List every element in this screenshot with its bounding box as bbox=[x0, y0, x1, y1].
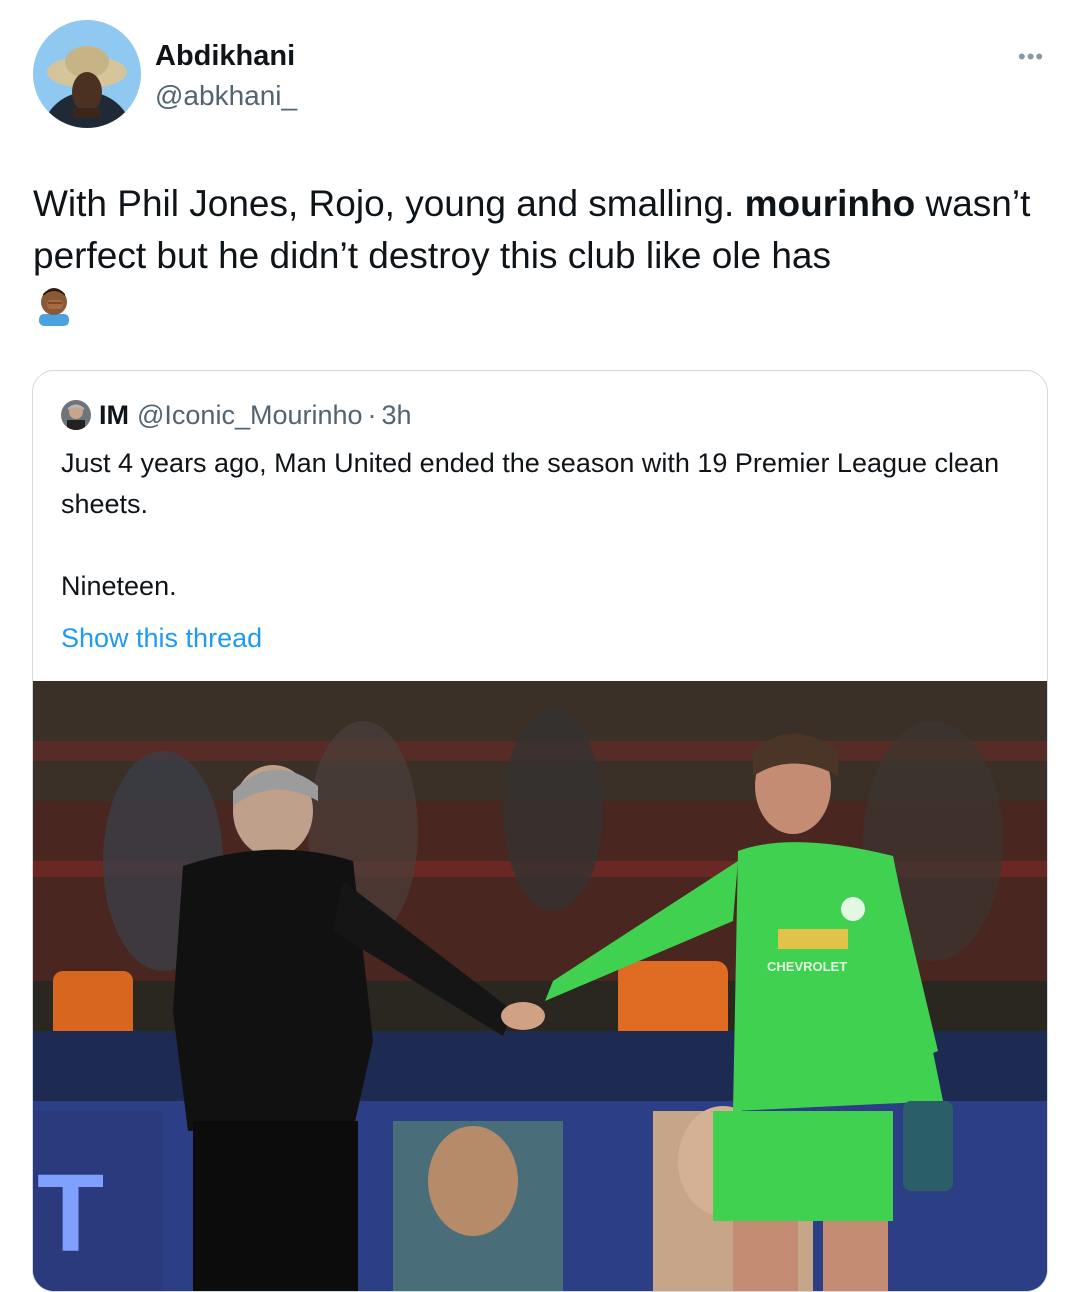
quoted-tweet-card[interactable]: IM @Iconic_Mourinho · 3h Just 4 years ag… bbox=[32, 370, 1048, 1292]
tweet-text: With Phil Jones, Rojo, young and smallin… bbox=[33, 178, 1053, 282]
separator-dot: · bbox=[367, 399, 377, 430]
svg-text:T: T bbox=[37, 1152, 104, 1275]
quoted-tweet-photo[interactable]: T CHEVROLET bbox=[33, 681, 1047, 1291]
quoted-timestamp[interactable]: 3h bbox=[382, 400, 412, 431]
tweet-text-before: With Phil Jones, Rojo, young and smallin… bbox=[33, 183, 745, 224]
quoted-tweet-header: IM @Iconic_Mourinho · 3h bbox=[61, 397, 412, 433]
author-handle[interactable]: @abkhani_ bbox=[155, 80, 297, 112]
tweet-mention-bold: mourinho bbox=[744, 183, 916, 224]
author-display-name[interactable]: Abdikhani bbox=[155, 40, 295, 73]
author-avatar[interactable] bbox=[33, 20, 141, 128]
show-thread-link[interactable]: Show this thread bbox=[61, 623, 262, 654]
more-options-icon[interactable]: ••• bbox=[1018, 44, 1044, 70]
facepalm-emoji-icon bbox=[33, 284, 75, 326]
quoted-author-handle[interactable]: @Iconic_Mourinho bbox=[137, 400, 363, 431]
quoted-tweet-text: Just 4 years ago, Man United ended the s… bbox=[61, 448, 1000, 601]
quoted-author-avatar[interactable] bbox=[61, 400, 91, 430]
jersey-sponsor-text: CHEVROLET bbox=[767, 959, 847, 974]
quoted-author-name[interactable]: IM bbox=[99, 400, 129, 431]
